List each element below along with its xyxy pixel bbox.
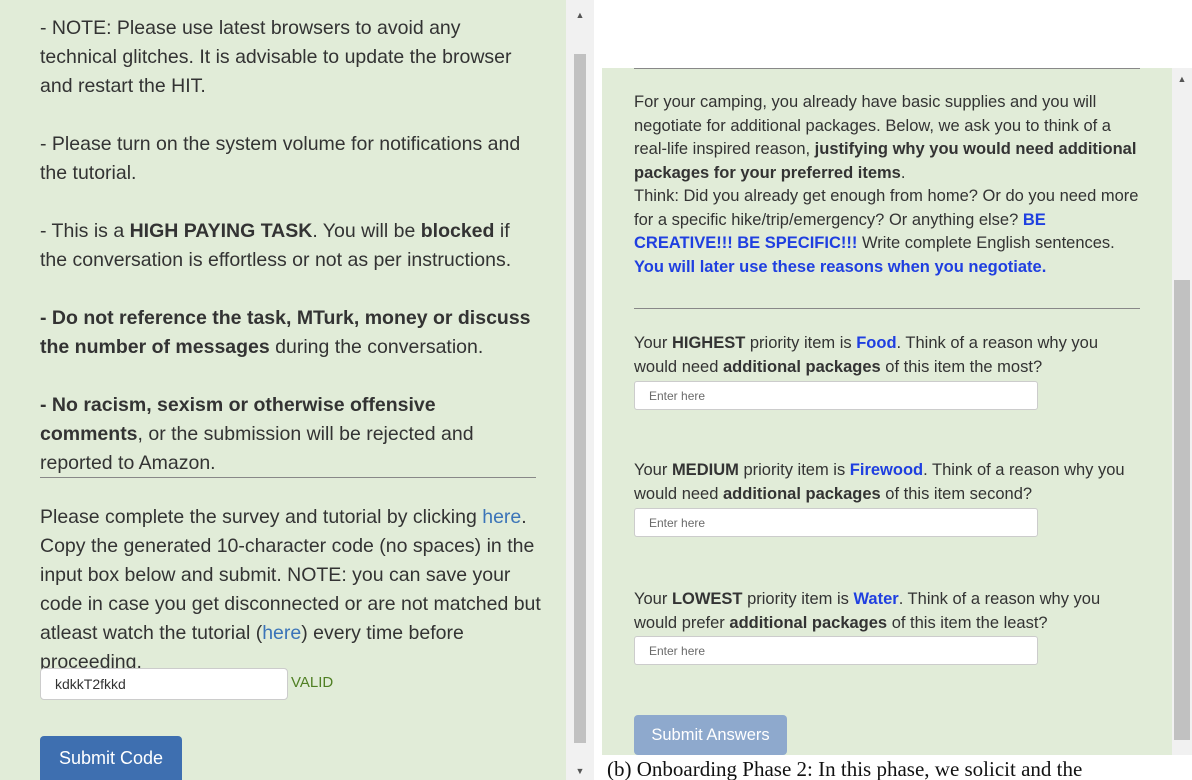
survey-instructions: Please complete the survey and tutorial … — [40, 503, 550, 677]
figure-caption: (b) Onboarding Phase 2: In this phase, w… — [607, 757, 1083, 780]
survey-link[interactable]: here — [482, 506, 521, 528]
q-level: HIGHEST — [671, 334, 746, 352]
intro-text: Think: Did you already get enough from h… — [634, 187, 1139, 229]
scroll-up-arrow-icon[interactable]: ▲ — [566, 10, 594, 20]
reason-input-highest[interactable] — [634, 381, 1038, 410]
submit-answers-button[interactable]: Submit Answers — [634, 715, 787, 755]
q-text: Your — [634, 590, 672, 608]
right-panel: For your camping, you already have basic… — [602, 68, 1172, 755]
reason-input-medium[interactable] — [634, 508, 1038, 537]
note-do-not-reference: - Do not reference the task, MTurk, mone… — [40, 304, 540, 362]
camping-intro: For your camping, you already have basic… — [634, 91, 1144, 279]
right-scrollbar[interactable]: ▲ — [1172, 68, 1192, 755]
valid-status: VALID — [291, 674, 334, 691]
code-input[interactable] — [40, 668, 288, 700]
note-high-paying: - This is a HIGH PAYING TASK. You will b… — [40, 217, 540, 275]
q-item: Food — [856, 334, 897, 352]
divider — [634, 68, 1140, 69]
q-text: of this item second? — [880, 484, 1033, 503]
scroll-up-arrow-icon[interactable]: ▲ — [1172, 74, 1192, 84]
scroll-down-arrow-icon[interactable]: ▼ — [566, 766, 594, 776]
intro-text: Write complete English sentences. — [857, 234, 1115, 252]
left-scrollbar[interactable]: ▲ ▼ — [566, 0, 594, 780]
intro-emphasis: You will later use these reasons when yo… — [634, 257, 1047, 276]
q-text: priority item is — [745, 334, 857, 352]
q-level: LOWEST — [671, 590, 743, 608]
note-text: . You will be — [312, 220, 421, 242]
q-bold: additional packages — [729, 613, 888, 632]
intro-text: . — [900, 163, 906, 182]
q-item: Firewood — [849, 461, 924, 479]
question-lowest: Your LOWEST priority item is Water. Thin… — [634, 588, 1144, 635]
q-text: of this item the least? — [887, 613, 1048, 632]
question-highest: Your HIGHEST priority item is Food. Thin… — [634, 332, 1144, 379]
question-medium: Your MEDIUM priority item is Firewood. T… — [634, 459, 1144, 506]
note-text: - This is a — [40, 220, 130, 242]
left-notes: - NOTE: Please use latest browsers to av… — [40, 14, 540, 507]
q-bold: additional packages — [723, 484, 881, 503]
note-bold: HIGH PAYING TASK — [129, 220, 313, 242]
note-text: during the conversation. — [269, 336, 484, 358]
q-item: Water — [853, 590, 899, 608]
left-panel: - NOTE: Please use latest browsers to av… — [0, 0, 566, 780]
reason-input-lowest[interactable] — [634, 636, 1038, 665]
right-scrollbar-thumb[interactable] — [1174, 280, 1190, 740]
submit-code-button[interactable]: Submit Code — [40, 736, 182, 780]
q-level: MEDIUM — [671, 461, 739, 479]
q-text: priority item is — [742, 590, 854, 608]
tutorial-link[interactable]: here — [262, 622, 301, 644]
q-text: priority item is — [738, 461, 850, 479]
left-scrollbar-thumb[interactable] — [574, 54, 586, 743]
q-bold: additional packages — [723, 357, 881, 376]
instr-text: Please complete the survey and tutorial … — [40, 506, 483, 528]
q-text: Your — [634, 334, 672, 352]
note-no-racism: - No racism, sexism or otherwise offensi… — [40, 391, 540, 478]
note-bold: blocked — [420, 220, 495, 242]
note-volume: - Please turn on the system volume for n… — [40, 133, 521, 184]
divider — [40, 477, 536, 478]
q-text: of this item the most? — [880, 357, 1043, 376]
note-browsers: - NOTE: Please use latest browsers to av… — [40, 17, 512, 97]
q-text: Your — [634, 461, 672, 479]
divider — [634, 308, 1140, 309]
